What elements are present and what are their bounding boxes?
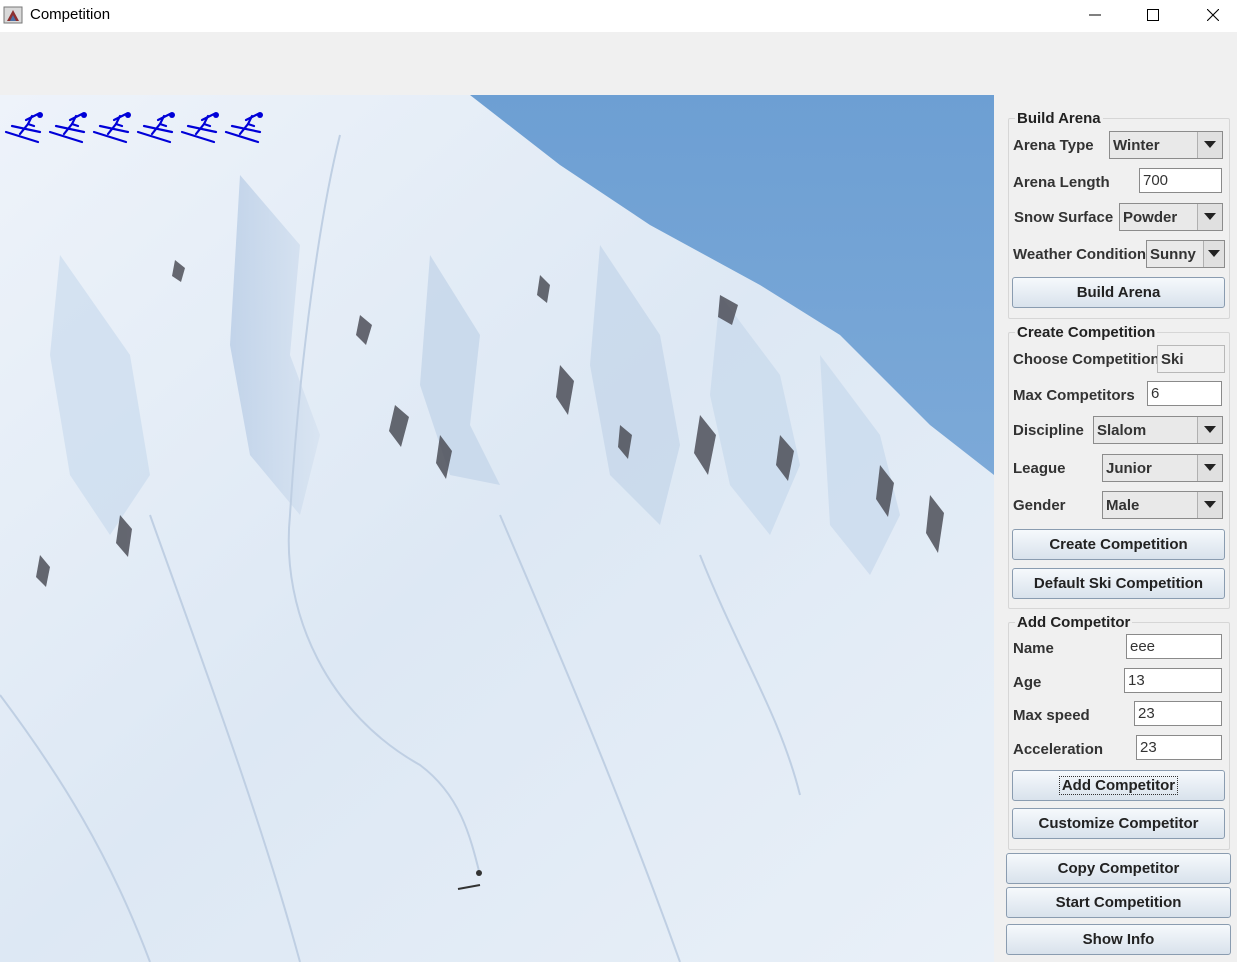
choose-competition-label: Choose Competition: [1013, 351, 1160, 368]
max-competitors-label: Max Competitors: [1013, 387, 1135, 404]
control-panel: Build Arena Arena Type Winter Arena Leng…: [994, 95, 1237, 962]
customize-competitor-button[interactable]: Customize Competitor: [1012, 808, 1225, 839]
name-label: Name: [1013, 640, 1054, 657]
add-competitor-title: Add Competitor: [1015, 614, 1133, 631]
chevron-down-icon: [1204, 141, 1216, 148]
arena-length-label: Arena Length: [1013, 174, 1110, 191]
league-select[interactable]: Junior: [1102, 454, 1223, 482]
start-competition-button[interactable]: Start Competition: [1006, 887, 1231, 918]
arena-type-label: Arena Type: [1013, 137, 1094, 154]
league-label: League: [1013, 460, 1066, 477]
maximize-icon: [1147, 9, 1159, 21]
window-title: Competition: [30, 6, 111, 23]
gender-select[interactable]: Male: [1102, 491, 1223, 519]
max-speed-label: Max speed: [1013, 707, 1090, 724]
acceleration-label: Acceleration: [1013, 741, 1104, 758]
age-input[interactable]: [1124, 668, 1222, 693]
chevron-down-icon: [1208, 250, 1220, 257]
discipline-value: Slalom: [1097, 422, 1147, 439]
gender-label: Gender: [1013, 497, 1066, 514]
acceleration-input[interactable]: [1136, 735, 1222, 760]
skier-icon: [136, 112, 175, 144]
snow-surface-select[interactable]: Powder: [1119, 203, 1223, 231]
arena-type-value: Winter: [1113, 137, 1160, 154]
skier-icon: [92, 112, 131, 144]
close-button[interactable]: [1190, 0, 1236, 30]
weather-condition-select[interactable]: Sunny: [1146, 240, 1225, 268]
chevron-down-icon: [1204, 213, 1216, 220]
skier-icon: [180, 112, 219, 144]
minimize-button[interactable]: [1072, 0, 1118, 30]
chevron-down-icon: [1204, 464, 1216, 471]
build-arena-button[interactable]: Build Arena: [1012, 277, 1225, 308]
gender-value: Male: [1106, 497, 1140, 514]
empty-menu-area: [0, 32, 1237, 95]
java-app-icon: [3, 6, 23, 24]
arena-type-select[interactable]: Winter: [1109, 131, 1223, 159]
title-bar: Competition: [0, 0, 1237, 32]
discipline-label: Discipline: [1013, 422, 1084, 439]
age-label: Age: [1013, 674, 1042, 691]
discipline-select[interactable]: Slalom: [1093, 416, 1223, 444]
maximize-button[interactable]: [1130, 0, 1176, 30]
name-input[interactable]: [1126, 634, 1222, 659]
close-icon: [1207, 9, 1219, 21]
snow-mountain-image: [0, 95, 994, 962]
build-arena-title: Build Arena: [1015, 110, 1103, 127]
choose-competition-select[interactable]: Ski: [1157, 345, 1225, 373]
max-speed-input[interactable]: [1134, 701, 1222, 726]
max-competitors-input[interactable]: [1147, 381, 1222, 406]
skier-icon: [48, 112, 87, 144]
snow-surface-value: Powder: [1123, 209, 1178, 226]
minimize-icon: [1089, 14, 1101, 16]
create-competition-button[interactable]: Create Competition: [1012, 529, 1225, 560]
chevron-down-icon: [1204, 426, 1216, 433]
create-competition-title: Create Competition: [1015, 324, 1158, 341]
arena-view: [0, 95, 994, 962]
show-info-button[interactable]: Show Info: [1006, 924, 1231, 955]
arena-length-input[interactable]: [1139, 168, 1222, 193]
snow-surface-label: Snow Surface: [1014, 209, 1114, 226]
add-competitor-label: Add Competitor: [1058, 776, 1179, 795]
competitor-markers: [4, 110, 268, 144]
weather-condition-label: Weather Condition: [1013, 246, 1147, 263]
weather-condition-value: Sunny: [1150, 246, 1196, 263]
skier-icon: [224, 112, 263, 144]
chevron-down-icon: [1204, 501, 1216, 508]
add-competitor-button[interactable]: Add Competitor: [1012, 770, 1225, 801]
choose-competition-value: Ski: [1161, 351, 1184, 368]
default-ski-competition-button[interactable]: Default Ski Competition: [1012, 568, 1225, 599]
copy-competitor-button[interactable]: Copy Competitor: [1006, 853, 1231, 884]
skier-icon: [4, 112, 43, 144]
league-value: Junior: [1106, 460, 1152, 477]
